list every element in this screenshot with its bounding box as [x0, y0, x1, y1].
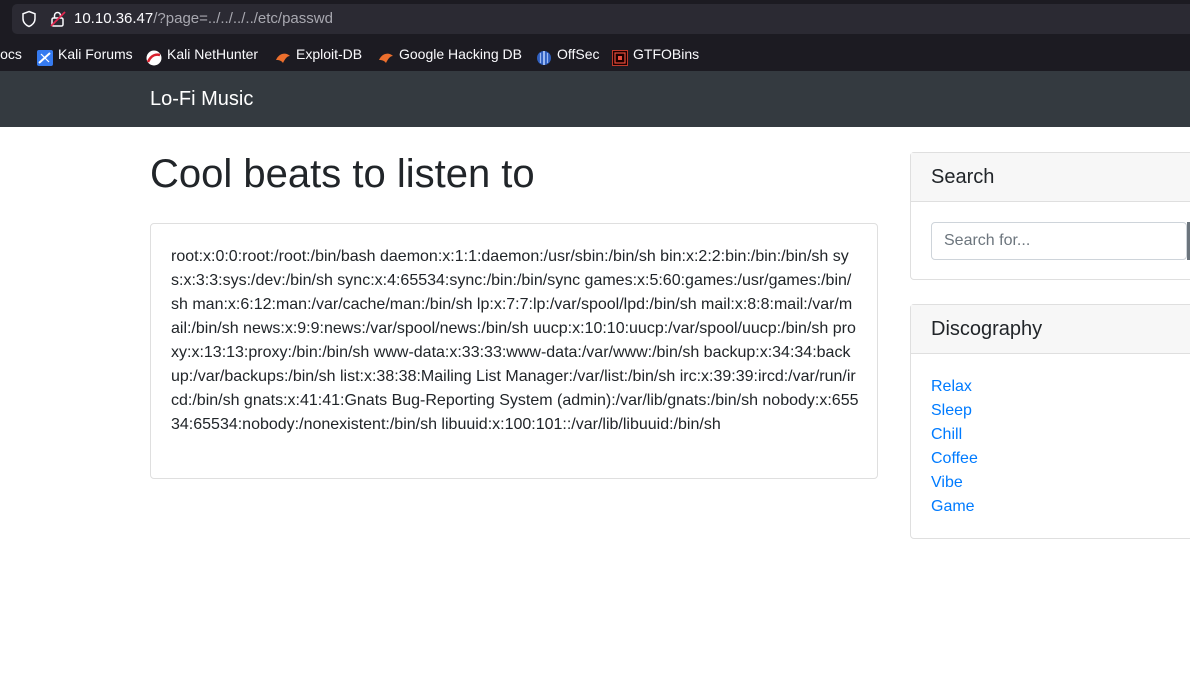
exploit-db-icon: [275, 45, 291, 64]
bookmark-kali-nethunter[interactable]: Kali NetHunter: [146, 38, 258, 71]
discography-link-coffee[interactable]: Coffee: [931, 450, 978, 467]
discography-link-sleep[interactable]: Sleep: [931, 402, 972, 419]
discography-link-relax[interactable]: Relax: [931, 378, 972, 395]
page-title: Cool beats to listen to: [150, 152, 535, 196]
content-card: root:x:0:0:root:/root:/bin/bash daemon:x…: [150, 223, 878, 479]
browser-toolbar: 10.10.36.47/?page=../../../../etc/passwd: [0, 0, 1190, 38]
search-input[interactable]: [931, 222, 1187, 260]
list-item: Vibe: [931, 471, 978, 495]
site-brand-link[interactable]: Lo-Fi Music: [150, 71, 253, 127]
discography-list: Relax Sleep Chill Coffee Vibe Game: [931, 375, 978, 519]
kali-forums-icon: [37, 45, 53, 67]
discography-link-chill[interactable]: Chill: [931, 426, 962, 443]
address-bar[interactable]: 10.10.36.47/?page=../../../../etc/passwd: [12, 4, 1190, 34]
bookmark-exploit-db-label: Exploit-DB: [296, 46, 363, 62]
discography-link-game[interactable]: Game: [931, 498, 975, 515]
list-item: Coffee: [931, 447, 978, 471]
list-item: Game: [931, 495, 978, 519]
gtfobins-icon: [612, 45, 628, 67]
url-path: /?page=../../../../etc/passwd: [153, 10, 333, 27]
offsec-icon: [536, 45, 552, 66]
bookmark-kali-forums[interactable]: Kali Forums: [37, 38, 133, 71]
bookmark-offsec[interactable]: OffSec: [536, 38, 600, 71]
shield-icon[interactable]: [20, 10, 38, 28]
insecure-lock-icon[interactable]: [48, 9, 68, 29]
bookmark-offsec-label: OffSec: [557, 46, 600, 62]
search-card-heading: Search: [911, 153, 1190, 202]
bookmark-kali-nethunter-label: Kali NetHunter: [167, 46, 259, 62]
list-item: Chill: [931, 423, 978, 447]
bookmark-gtfobins[interactable]: GTFOBins: [612, 38, 699, 71]
bookmark-kali-forums-label: Kali Forums: [58, 46, 133, 62]
url-text[interactable]: 10.10.36.47/?page=../../../../etc/passwd: [74, 4, 333, 34]
discography-card-heading: Discography: [911, 305, 1190, 354]
included-file-content: root:x:0:0:root:/root:/bin/bash daemon:x…: [171, 248, 859, 433]
url-host: 10.10.36.47: [74, 10, 154, 27]
bookmark-exploit-db[interactable]: Exploit-DB: [275, 38, 362, 71]
search-card: Search: [910, 152, 1190, 280]
list-item: Relax: [931, 375, 978, 399]
discography-card: Discography Relax Sleep Chill Coffee Vib…: [910, 304, 1190, 539]
discography-link-vibe[interactable]: Vibe: [931, 474, 963, 491]
list-item: Sleep: [931, 399, 978, 423]
bookmark-gtfobins-label: GTFOBins: [633, 46, 700, 62]
ghdb-icon: [378, 45, 394, 64]
bookmark-google-hacking-db-label: Google Hacking DB: [399, 46, 522, 62]
bookmark-docs-label: Docs: [0, 46, 22, 62]
kali-nethunter-icon: [146, 45, 162, 66]
bookmark-google-hacking-db[interactable]: Google Hacking DB: [378, 38, 522, 71]
bookmarks-toolbar: Docs Kali Forums Kali NetHunter Exploit-…: [0, 38, 1190, 72]
site-navbar: Lo-Fi Music: [0, 71, 1190, 127]
bookmark-docs[interactable]: Docs: [0, 38, 22, 71]
